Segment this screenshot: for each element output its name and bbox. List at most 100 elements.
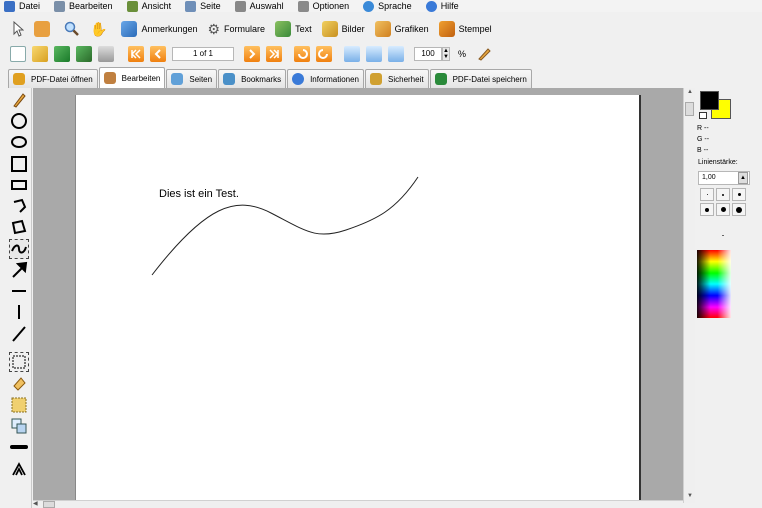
scroll-up-arrow[interactable]: ▲ <box>685 89 695 97</box>
document-canvas[interactable]: Dies ist ein Test. <box>33 88 683 503</box>
zoom-button[interactable] <box>62 19 82 39</box>
rotate-left-button[interactable] <box>294 46 310 62</box>
open-folder-button[interactable] <box>32 46 48 62</box>
drawn-curve[interactable] <box>76 95 642 503</box>
menu-sprache[interactable]: Sprache <box>359 0 412 12</box>
last-page-icon <box>269 49 280 59</box>
pan-button[interactable]: ✋ <box>88 19 109 39</box>
foreground-color-swatch[interactable] <box>700 91 719 110</box>
annotation-icon <box>121 21 138 37</box>
page-number-field[interactable]: 1 of 1 <box>172 47 234 61</box>
first-page-icon <box>130 49 141 59</box>
prev-page-button[interactable] <box>150 46 166 62</box>
images-button[interactable]: Bilder <box>320 19 367 39</box>
select-tool-button[interactable] <box>10 19 26 39</box>
pencil-tool[interactable] <box>9 90 29 110</box>
horizontal-scrollbar[interactable]: ◀ <box>33 500 683 508</box>
scroll-thumb[interactable] <box>685 102 694 116</box>
menu-bar: Datei Bearbeiten Ansicht Seite Auswahl O… <box>0 0 762 12</box>
line-width-preset-2[interactable] <box>716 188 730 201</box>
save-as-button[interactable] <box>76 46 92 62</box>
curve-tool[interactable] <box>9 239 29 259</box>
vertical-line-tool[interactable] <box>9 302 29 322</box>
thick-line-icon <box>10 445 28 449</box>
menu-optionen[interactable]: Optionen <box>294 0 349 12</box>
eraser-tool[interactable] <box>9 395 29 415</box>
tab-bearbeiten[interactable]: Bearbeiten <box>98 67 166 88</box>
tab-sicherheit[interactable]: Sicherheit <box>365 69 429 88</box>
line-width-preset-5[interactable] <box>716 203 730 216</box>
tab-seiten[interactable]: Seiten <box>166 69 218 88</box>
dot-icon <box>736 206 742 213</box>
menu-auswahl[interactable]: Auswahl <box>231 0 284 12</box>
color-palette[interactable] <box>697 250 731 318</box>
fit-width-button[interactable] <box>388 46 404 62</box>
r-value: R -- <box>697 125 709 132</box>
chevron-tool[interactable] <box>9 459 29 479</box>
pipette-button[interactable] <box>474 44 494 64</box>
copy-region-tool[interactable] <box>9 416 29 436</box>
diagonal-line-tool[interactable] <box>9 324 29 344</box>
zoom-field[interactable]: 100 <box>414 47 442 61</box>
scroll-left-arrow[interactable]: ◀ <box>33 501 41 508</box>
square-tool[interactable] <box>9 154 29 174</box>
graphics-button[interactable]: Grafiken <box>373 19 431 39</box>
annotations-button[interactable]: Anmerkungen <box>119 19 199 39</box>
color-panel: R -- G -- B -- Linienstärke: 1,00 ▲ <box>695 88 762 508</box>
hand-grab-button[interactable] <box>32 19 56 39</box>
fill-tool[interactable] <box>9 373 29 393</box>
tab-pdf-open[interactable]: PDF-Datei öffnen <box>8 69 98 88</box>
vertical-scrollbar[interactable]: ▲ ▼ <box>683 88 695 503</box>
circle-tool[interactable] <box>9 111 29 131</box>
tab-pdf-save[interactable]: PDF-Datei speichern <box>429 69 532 88</box>
tab-informationen[interactable]: Informationen <box>287 69 364 88</box>
forms-button[interactable]: ⚙ Formulare <box>205 19 267 39</box>
save-icon <box>434 73 447 85</box>
menu-ansicht[interactable]: Ansicht <box>123 0 171 12</box>
text-button[interactable]: Text <box>273 19 314 39</box>
line-width-preset-6[interactable] <box>732 203 746 216</box>
rectangle-icon <box>11 180 27 190</box>
menu-bearbeiten[interactable]: Bearbeiten <box>50 0 113 12</box>
swap-colors-icon[interactable] <box>699 112 707 119</box>
horizontal-line-tool[interactable] <box>9 281 29 301</box>
globe-icon <box>363 0 375 12</box>
stamp-button[interactable]: Stempel <box>437 19 494 39</box>
zoom-stepper[interactable]: ▲ ▼ <box>442 47 450 61</box>
new-document-button[interactable] <box>10 46 26 62</box>
rectangle-tool[interactable] <box>9 175 29 195</box>
polygon-icon <box>11 219 27 235</box>
line-width-label: Linienstärke: <box>698 159 738 166</box>
line-width-stepper[interactable]: ▲ <box>738 172 748 184</box>
magnifier-icon <box>64 21 79 36</box>
scroll-down-arrow[interactable]: ▼ <box>685 493 695 501</box>
copy-icon <box>11 418 27 434</box>
ellipse-tool[interactable] <box>9 132 29 152</box>
rotate-right-button[interactable] <box>316 46 332 62</box>
line-width-preset-3[interactable] <box>732 188 746 201</box>
polygon-tool[interactable] <box>9 217 29 237</box>
book-icon <box>185 0 197 12</box>
zoom-unit: % <box>458 49 467 59</box>
fit-height-button[interactable] <box>366 46 382 62</box>
next-page-button[interactable] <box>244 46 260 62</box>
rectangle-select-tool[interactable] <box>9 352 29 372</box>
menu-hilfe[interactable]: Hilfe <box>422 0 459 12</box>
save-button[interactable] <box>54 46 70 62</box>
thick-line-tool[interactable] <box>9 437 29 457</box>
arrow-tool[interactable] <box>9 260 29 280</box>
tab-bookmarks[interactable]: Bookmarks <box>218 69 287 88</box>
actual-size-button[interactable] <box>344 46 360 62</box>
toolbar-navigation: 1 of 1 100 ▲ ▼ % <box>0 43 762 65</box>
last-page-button[interactable] <box>266 46 282 62</box>
menu-datei[interactable]: Datei <box>0 0 40 12</box>
pdf-page[interactable]: Dies ist ein Test. <box>75 95 641 503</box>
polyline-tool[interactable] <box>9 196 29 216</box>
first-page-button[interactable] <box>128 46 144 62</box>
hscroll-thumb[interactable] <box>43 501 55 508</box>
menu-seite[interactable]: Seite <box>181 0 221 12</box>
pencil-icon <box>13 93 26 108</box>
print-button[interactable] <box>98 46 114 62</box>
line-width-preset-4[interactable] <box>700 203 714 216</box>
line-width-preset-1[interactable] <box>700 188 714 201</box>
